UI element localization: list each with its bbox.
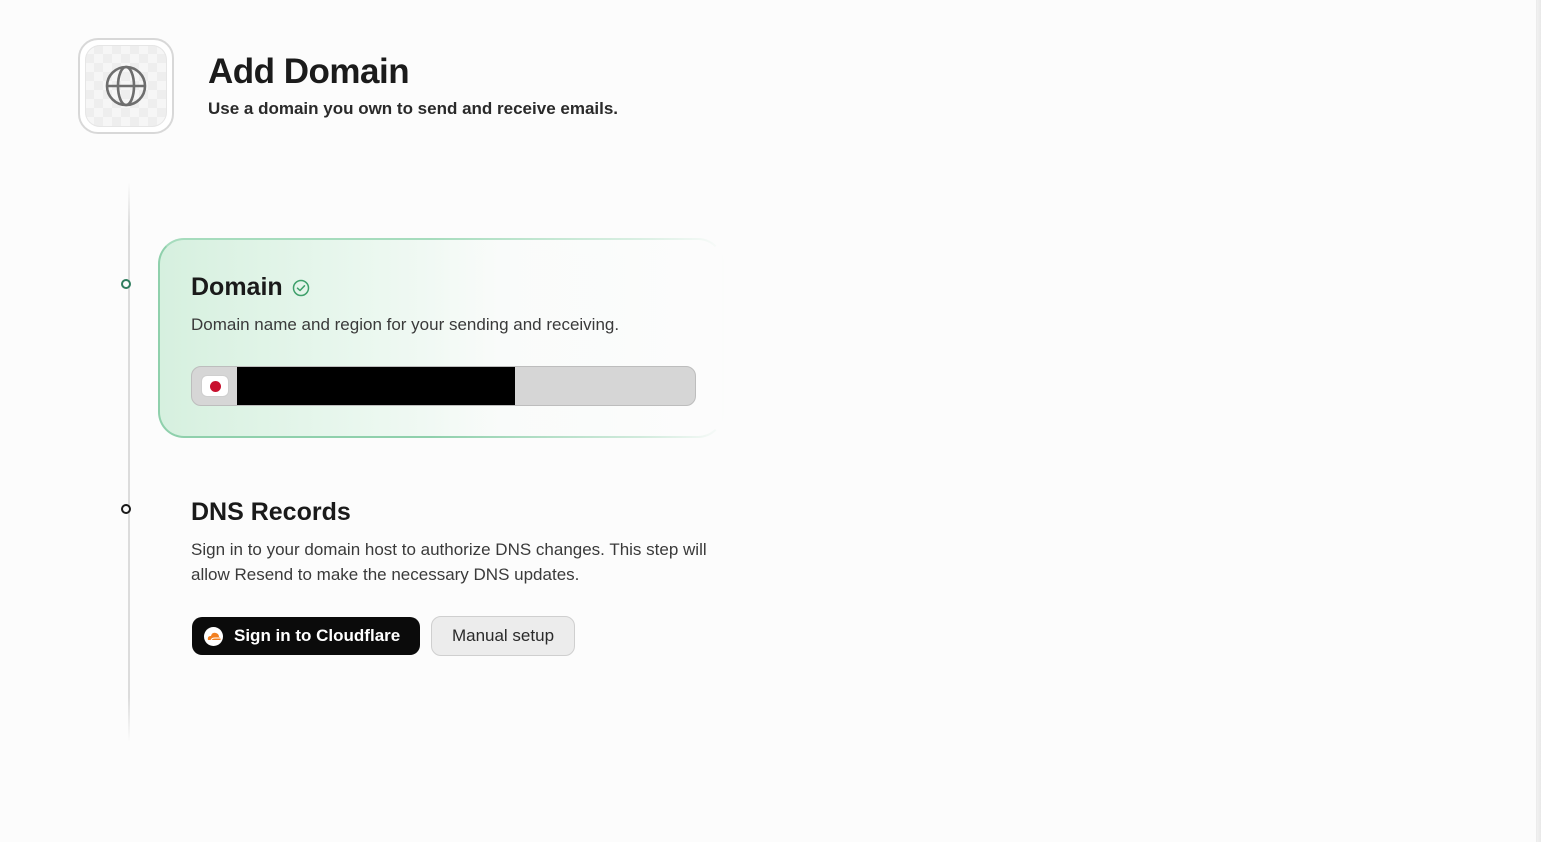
domain-field[interactable] — [191, 366, 696, 406]
redacted-domain-value — [237, 367, 515, 405]
header-icon-tile — [78, 38, 174, 134]
page-title: Add Domain — [208, 52, 410, 91]
step-timeline — [128, 182, 130, 742]
step-dot-domain — [121, 279, 131, 289]
cloudflare-icon — [204, 626, 223, 646]
manual-setup-button[interactable]: Manual setup — [431, 616, 575, 656]
domain-step-title: Domain — [191, 273, 283, 301]
check-circle-icon — [292, 279, 310, 297]
globe-icon — [105, 65, 147, 107]
step-dot-dns — [121, 504, 131, 514]
domain-step-description: Domain name and region for your sending … — [191, 315, 620, 334]
japan-flag-icon[interactable] — [201, 375, 229, 397]
dns-step-title: DNS Records — [191, 498, 351, 526]
manual-setup-label: Manual setup — [451, 626, 555, 645]
sign-in-cloudflare-button[interactable]: Sign in to Cloudflare — [192, 617, 420, 655]
dns-step-description: Sign in to your domain host to authorize… — [191, 540, 707, 584]
sign-in-cloudflare-label: Sign in to Cloudflare — [234, 626, 401, 645]
add-domain-page: Add Domain Use a domain you own to send … — [0, 0, 1541, 842]
domain-step-card — [158, 238, 724, 438]
scrollbar[interactable] — [1536, 0, 1541, 842]
page-subtitle: Use a domain you own to send and receive… — [208, 99, 619, 118]
